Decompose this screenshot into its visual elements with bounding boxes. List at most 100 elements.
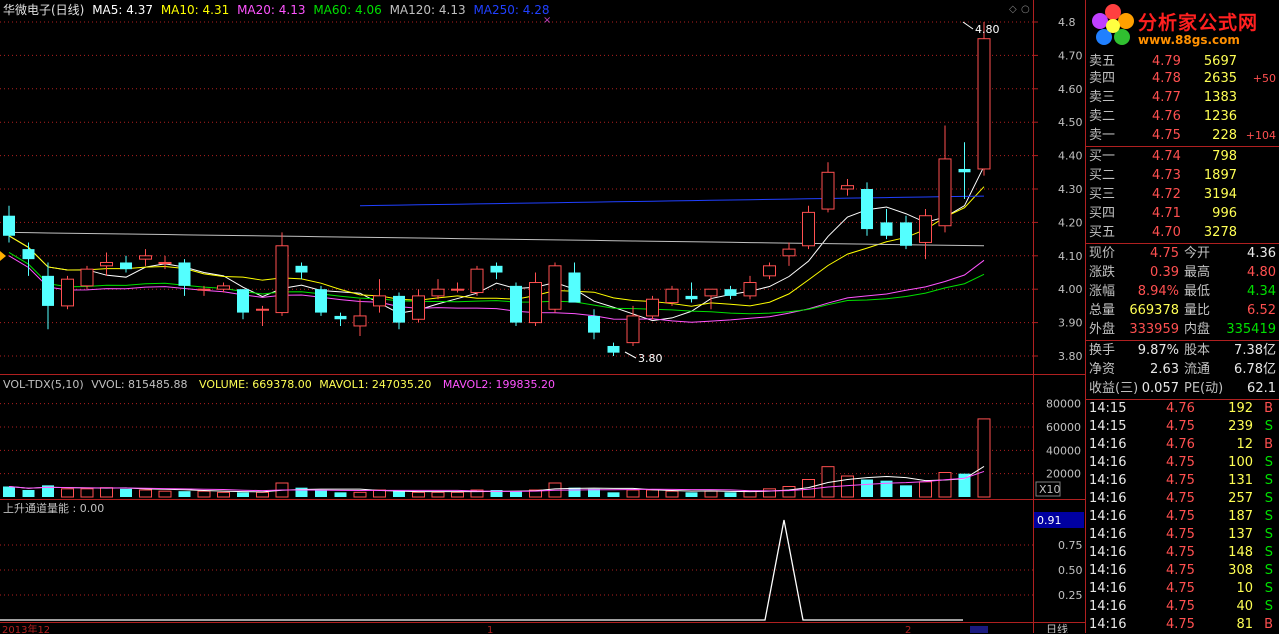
candle-body-up [743,282,757,297]
volume-bar-down [510,491,522,497]
volume-bar-up [938,472,952,498]
stat-row-4: 总量 669378 量比 6.52 [1086,301,1279,320]
ask3-volume: 1383 [1203,90,1237,105]
volume-bar-up [977,418,991,498]
flower-logo-icon [1092,4,1134,45]
candle-body-down [958,168,971,173]
candle-body-up [529,282,542,324]
candle-body-up [470,268,484,294]
circle-icon[interactable]: ○ [1021,4,1030,15]
stat4-value2: 6.52 [1247,303,1276,318]
candle-body-up [626,315,640,344]
stat5-label2: 内盘 [1184,322,1211,337]
tick-side: S [1264,545,1273,560]
candle-body-up [139,255,152,260]
tick-row: 14:16 4.75 308 S [1086,562,1279,580]
volume-bar-up [646,489,659,498]
volume-bar-up [412,491,425,498]
shares-value: 7.38亿 [1234,343,1276,358]
tick-row: 14:16 4.75 137 S [1086,526,1279,544]
volume-bar-up [100,487,113,498]
volume-unit: X10 [1039,483,1061,496]
tick-volume: 81 [1236,617,1253,632]
volume-bar-up [782,486,796,498]
tick-price: 4.75 [1166,527,1195,542]
volume-gridlines [0,403,1033,475]
volume-bar-down [315,490,327,497]
mavol1-readout: MAVOL1: 247035.20 [319,378,431,391]
candle-body-up [412,295,425,320]
tick-row: 14:15 4.76 192 B [1086,400,1279,418]
ma120-readout: MA120: 4.13 [390,3,466,17]
volume-bar-up [451,491,464,498]
bid5-price: 4.70 [1152,225,1181,240]
candle-body-down [880,222,893,236]
scroll-thumb[interactable] [970,626,988,633]
candle-body-down [900,222,912,246]
stat-row-3: 涨幅 8.94% 最低 4.34 [1086,282,1279,301]
candle-body-up [782,248,796,257]
ask2-label: 卖二 [1089,109,1116,124]
ask4-change: +50 [1252,72,1276,85]
ask-row-1: 卖一 4.75 228 +104 [1086,126,1279,145]
volume-bar-down [861,479,873,497]
period-label[interactable]: 日线 [1046,622,1068,633]
tick-side: S [1264,491,1273,506]
tick-time: 14:16 [1089,509,1127,524]
vvol-readout: VVOL: 815485.88 [91,378,187,391]
volume-bar-down [685,492,698,497]
main-header: 华微电子(日线) MA5: 4.37 MA10: 4.31 MA20: 4.13… [3,3,549,17]
volume-bar-up [353,491,367,498]
volume-axis: 80000 60000 40000 20000 [1046,398,1081,481]
kline-chart[interactable]: 华微电子(日线) MA5: 4.37 MA10: 4.31 MA20: 4.13… [0,0,1086,633]
bid3-volume: 3194 [1203,187,1237,202]
price-tick-label: 4.10 [1058,250,1083,263]
candle-body-down [568,272,581,303]
candle-body-down [334,315,347,320]
ma10-readout: MA10: 4.31 [161,3,229,17]
netasset-value: 2.63 [1150,362,1179,377]
tick-price: 4.75 [1166,581,1195,596]
volume-bar-up [919,481,932,498]
low-annotation: 3.80 [638,352,663,365]
tick-time: 14:16 [1089,545,1127,560]
tick-time: 14:16 [1089,437,1127,452]
tick-price: 4.75 [1166,473,1195,488]
volume-header: VOL-TDX(5,10) VVOL: 815485.88 VOLUME: 66… [3,378,555,391]
stat2-label: 涨跌 [1089,265,1116,280]
stat1-value: 4.75 [1150,246,1179,261]
volume-bar-up [80,488,94,498]
volume-bars [3,418,991,498]
tick-volume: 257 [1228,491,1253,506]
candle-body-down [510,285,522,323]
bid5-volume: 3278 [1203,225,1237,240]
ask-row-2: 卖二 4.76 1236 [1086,107,1279,126]
candle-body-down [3,215,15,236]
candle-body-down [237,289,249,313]
candle-body-up [548,265,562,310]
diamond-icon[interactable]: ◇ [1009,4,1017,15]
tick-price: 4.75 [1166,545,1195,560]
ma250-readout: MA250: 4.28 [473,3,549,17]
candle-body-up [217,285,230,290]
ask3-price: 4.77 [1152,90,1181,105]
bid5-label: 买五 [1089,225,1116,240]
indicator-header: 上升通道量能 : 0.00 [3,501,104,515]
float-value: 6.78亿 [1234,362,1276,377]
stat3-value: 8.94% [1137,284,1179,299]
ma20-readout: MA20: 4.13 [237,3,305,17]
indicator-current-value: 0.91 [1037,514,1062,527]
shares-label: 股本 [1184,343,1211,358]
ask4-price: 4.78 [1152,71,1181,86]
bid1-price: 4.74 [1152,149,1181,164]
price-tick-label: 4.00 [1058,283,1083,296]
tick-price: 4.76 [1166,401,1195,416]
ma10-line [8,186,985,307]
candle-body-up [841,185,854,190]
price-tick-label: 4.70 [1058,49,1083,62]
volume-bar-up [665,490,679,498]
bid2-volume: 1897 [1203,168,1237,183]
stat2-row-2: 净资 2.63 流通 6.78亿 [1086,360,1279,379]
price-tick-label: 3.80 [1058,350,1083,363]
ask-row-3: 卖三 4.77 1383 [1086,88,1279,107]
